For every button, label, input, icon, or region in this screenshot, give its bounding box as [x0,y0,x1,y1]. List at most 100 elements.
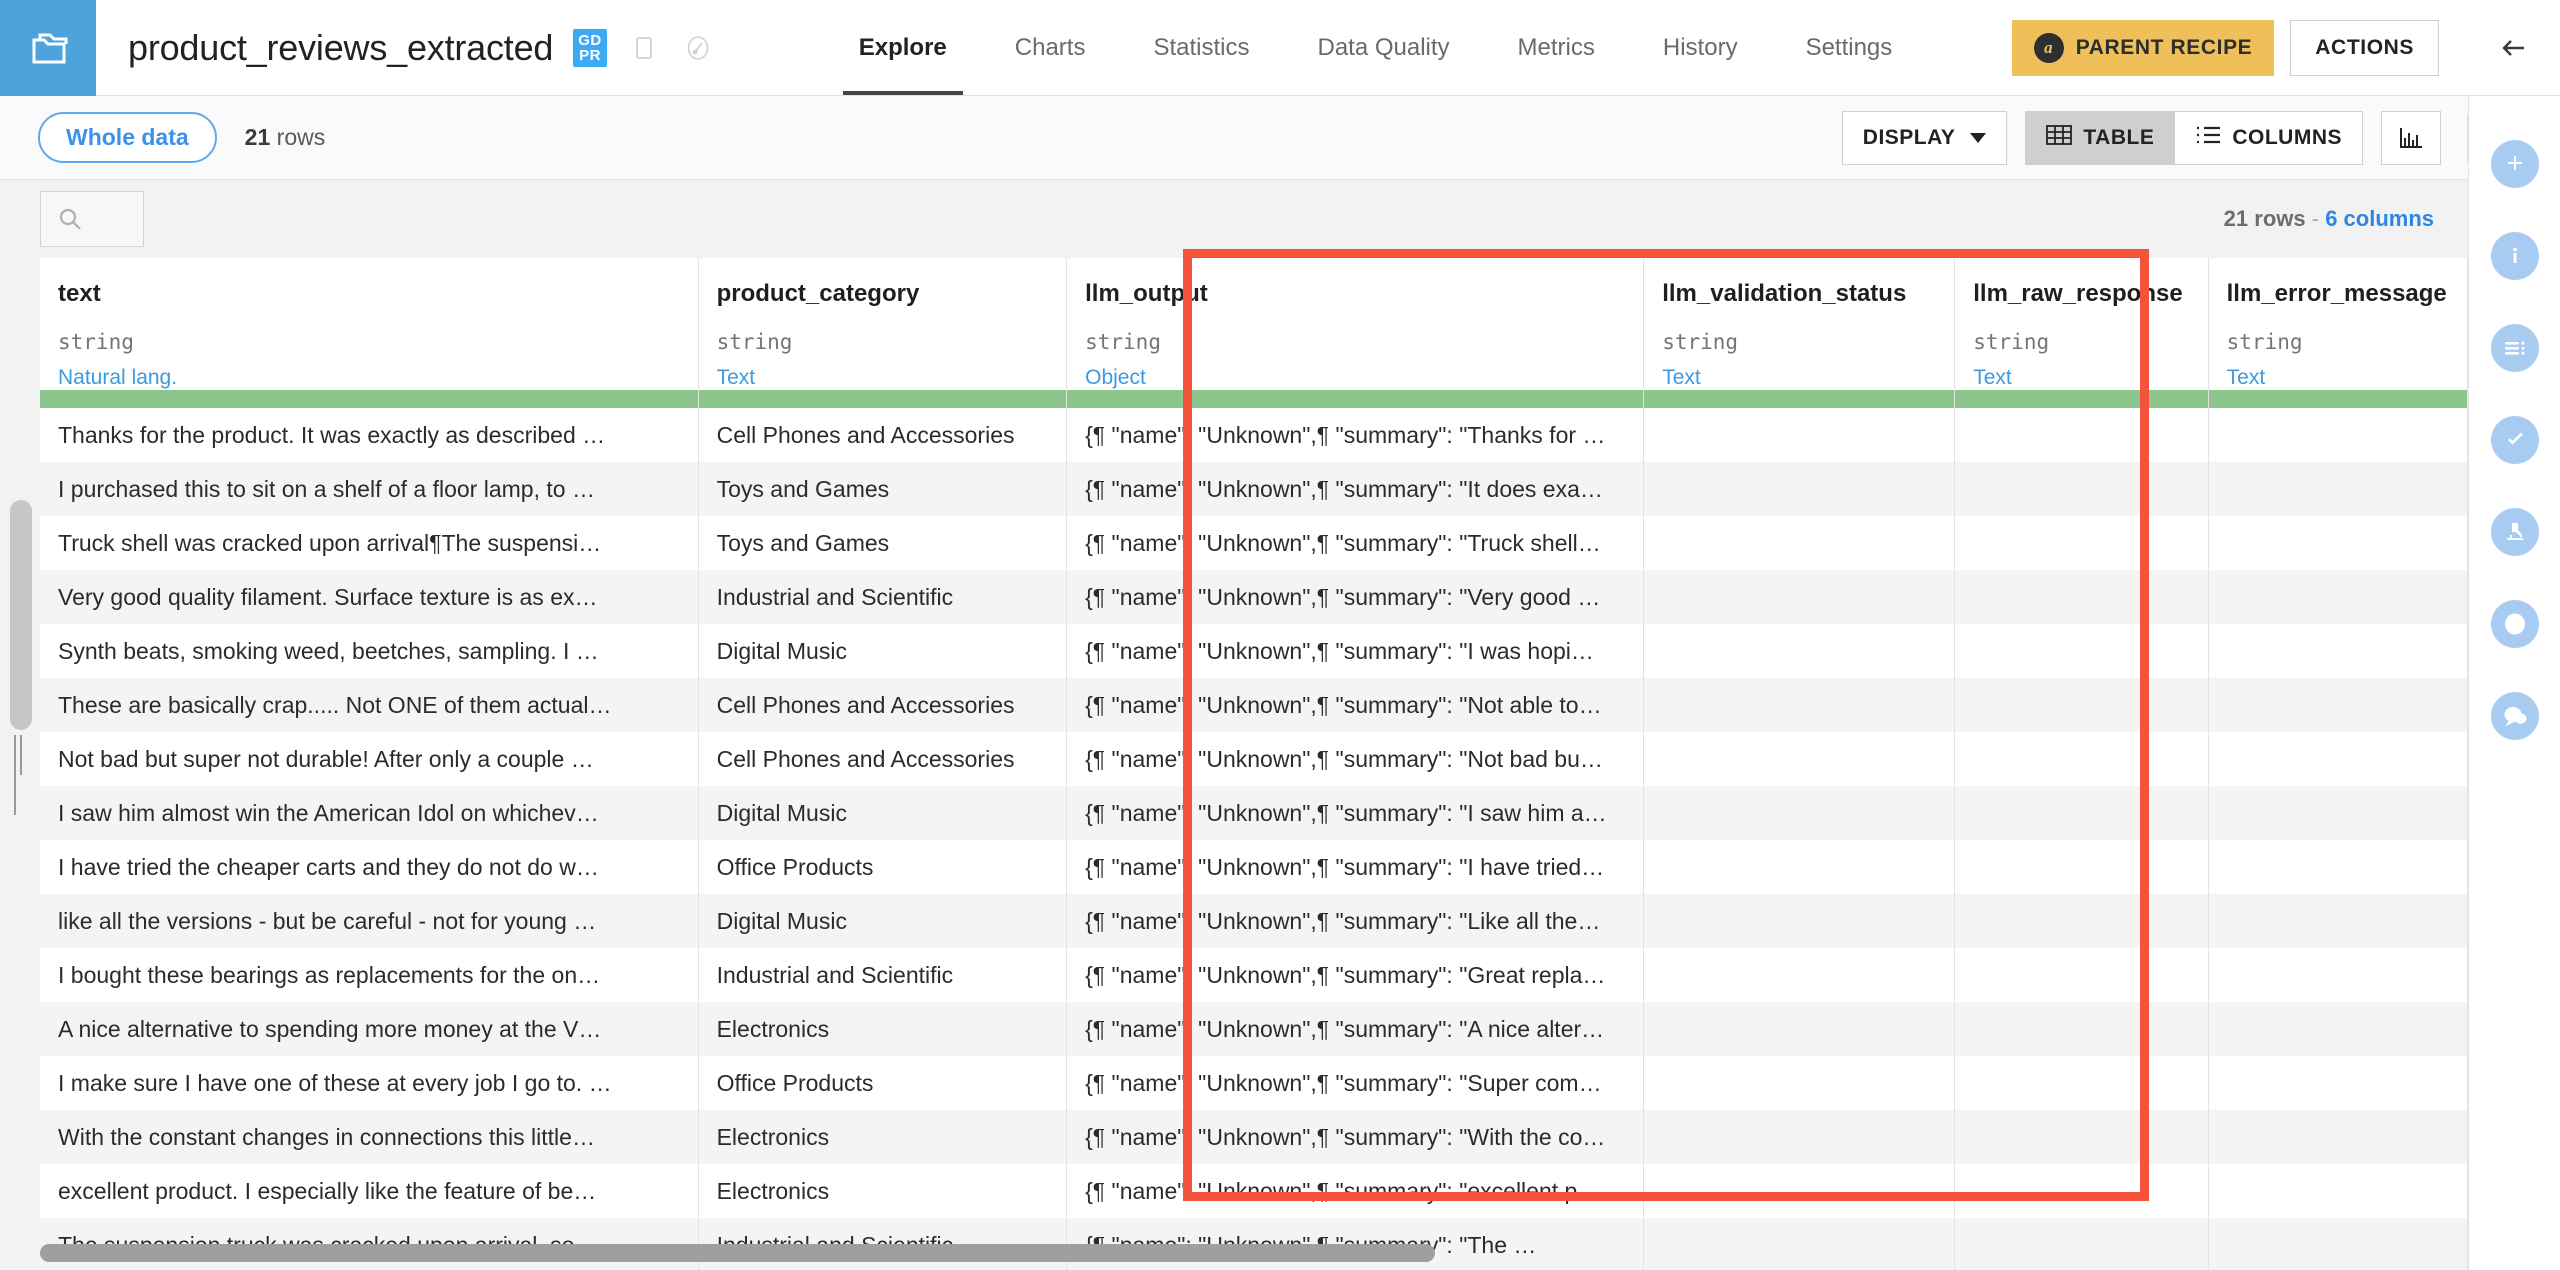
actions-button[interactable]: ACTIONS [2290,19,2439,76]
table-row[interactable]: Thanks for the product. It was exactly a… [40,408,2468,462]
table-view-button[interactable]: TABLE [2025,110,2175,165]
table-row[interactable]: Truck shell was cracked upon arrival¶The… [40,516,2468,570]
tab-explore[interactable]: Explore [825,0,981,95]
column-meaning[interactable]: Object [1085,366,1625,390]
cell-llm-validation-status[interactable] [1643,678,1956,732]
cell-llm-raw-response[interactable] [1954,948,2209,1002]
cell-llm-validation-status[interactable] [1643,462,1956,516]
display-button[interactable]: DISPLAY [1841,110,2008,165]
cell-llm-output[interactable]: {¶ "name": "Unknown",¶ "summary": "A nic… [1066,1002,1645,1056]
cell-llm-output[interactable]: {¶ "name": "Unknown",¶ "summary": "Not b… [1066,732,1645,786]
vertical-scrollbar[interactable] [10,180,32,1270]
cell-product-category[interactable]: Cell Phones and Accessories [698,678,1068,732]
cell-llm-error-message[interactable] [2208,1056,2468,1110]
table-row[interactable]: I purchased this to sit on a shelf of a … [40,462,2468,516]
table-row[interactable]: With the constant changes in connections… [40,1110,2468,1164]
cell-llm-output[interactable]: {¶ "name": "Unknown",¶ "summary": "I was… [1066,624,1645,678]
column-meaning[interactable]: Text [1662,366,1936,390]
cell-product-category[interactable]: Cell Phones and Accessories [698,408,1068,462]
column-header-llm-validation-status[interactable]: llm_validation_status string Text [1643,258,1956,390]
cell-llm-raw-response[interactable] [1954,894,2209,948]
grid-columns-label[interactable]: 6 columns [2325,206,2434,231]
check-circle-icon[interactable] [2490,416,2539,464]
tab-history[interactable]: History [1629,0,1772,95]
microscope-icon[interactable] [2490,508,2539,556]
cell-llm-raw-response[interactable] [1954,516,2209,570]
cell-llm-error-message[interactable] [2208,624,2468,678]
cell-llm-raw-response[interactable] [1954,1002,2209,1056]
cell-text[interactable]: A nice alternative to spending more mone… [40,1002,699,1056]
cell-llm-error-message[interactable] [2208,462,2468,516]
cell-llm-raw-response[interactable] [1954,408,2209,462]
tab-settings[interactable]: Settings [1772,0,1927,95]
cell-llm-error-message[interactable] [2208,1110,2468,1164]
cell-llm-raw-response[interactable] [1954,462,2209,516]
cell-product-category[interactable]: Electronics [698,1002,1068,1056]
cell-llm-raw-response[interactable] [1954,678,2209,732]
cell-llm-output[interactable]: {¶ "name": "Unknown",¶ "summary": "Very … [1066,570,1645,624]
column-header-llm-error-message[interactable]: llm_error_message string Text [2208,258,2468,390]
cell-text[interactable]: I bought these bearings as replacements … [40,948,699,1002]
vertical-scrollbar-thumb[interactable] [10,500,32,730]
cell-text[interactable]: I purchased this to sit on a shelf of a … [40,462,699,516]
cell-product-category[interactable]: Toys and Games [698,462,1068,516]
cell-text[interactable]: I saw him almost win the American Idol o… [40,786,699,840]
cell-text[interactable]: Truck shell was cracked upon arrival¶The… [40,516,699,570]
cell-llm-validation-status[interactable] [1643,948,1956,1002]
cell-llm-validation-status[interactable] [1643,1110,1956,1164]
table-row[interactable]: like all the versions - but be careful -… [40,894,2468,948]
cell-llm-output[interactable]: {¶ "name": "Unknown",¶ "summary": "Not a… [1066,678,1645,732]
table-row[interactable]: These are basically crap..... Not ONE of… [40,678,2468,732]
cell-llm-validation-status[interactable] [1643,570,1956,624]
cell-llm-validation-status[interactable] [1643,1164,1956,1218]
folder-icon[interactable] [0,0,96,96]
cell-llm-output[interactable]: {¶ "name": "Unknown",¶ "summary": "Great… [1066,948,1645,1002]
table-row[interactable]: I make sure I have one of these at every… [40,1056,2468,1110]
cell-text[interactable]: With the constant changes in connections… [40,1110,699,1164]
cell-product-category[interactable]: Cell Phones and Accessories [698,732,1068,786]
horizontal-scrollbar[interactable] [0,1244,2428,1262]
tab-statistics[interactable]: Statistics [1119,0,1283,95]
cell-llm-validation-status[interactable] [1643,516,1956,570]
cell-llm-raw-response[interactable] [1954,1110,2209,1164]
panel-resize-handle[interactable] [14,735,30,815]
cell-llm-error-message[interactable] [2208,840,2468,894]
cell-product-category[interactable]: Digital Music [698,786,1068,840]
cell-llm-validation-status[interactable] [1643,786,1956,840]
data-grid-container[interactable]: text string Natural lang. product_catego… [40,258,2468,1270]
cell-llm-output[interactable]: {¶ "name": "Unknown",¶ "summary": "Thank… [1066,408,1645,462]
cell-text[interactable]: I make sure I have one of these at every… [40,1056,699,1110]
cell-llm-raw-response[interactable] [1954,624,2209,678]
cell-llm-raw-response[interactable] [1954,840,2209,894]
cell-product-category[interactable]: Industrial and Scientific [698,570,1068,624]
search-input[interactable] [40,191,144,247]
column-meaning[interactable]: Text [717,366,1049,390]
cell-product-category[interactable]: Electronics [698,1110,1068,1164]
cell-llm-validation-status[interactable] [1643,624,1956,678]
compass-icon[interactable] [681,31,715,65]
cell-product-category[interactable]: Industrial and Scientific [698,948,1068,1002]
cell-llm-error-message[interactable] [2208,786,2468,840]
cell-product-category[interactable]: Digital Music [698,894,1068,948]
cell-llm-validation-status[interactable] [1643,1002,1956,1056]
cell-product-category[interactable]: Toys and Games [698,516,1068,570]
column-header-llm-raw-response[interactable]: llm_raw_response string Text [1954,258,2209,390]
horizontal-scrollbar-thumb[interactable] [40,1244,1435,1262]
cell-llm-output[interactable]: {¶ "name": "Unknown",¶ "summary": "Truck… [1066,516,1645,570]
table-row[interactable]: I saw him almost win the American Idol o… [40,786,2468,840]
cell-llm-error-message[interactable] [2208,948,2468,1002]
cell-llm-validation-status[interactable] [1643,732,1956,786]
sample-selector-button[interactable]: Whole data [38,112,217,163]
cell-text[interactable]: Synth beats, smoking weed, beetches, sam… [40,624,699,678]
table-row[interactable]: Very good quality filament. Surface text… [40,570,2468,624]
cell-product-category[interactable]: Digital Music [698,624,1068,678]
cell-llm-error-message[interactable] [2208,1164,2468,1218]
column-header-text[interactable]: text string Natural lang. [40,258,699,390]
arrow-left-icon[interactable] [2468,28,2560,68]
discussions-icon[interactable] [2490,692,2539,740]
cell-text[interactable]: Thanks for the product. It was exactly a… [40,408,699,462]
table-row[interactable]: excellent product. I especially like the… [40,1164,2468,1218]
cell-llm-error-message[interactable] [2208,516,2468,570]
column-meaning[interactable]: Natural lang. [58,366,680,390]
cell-llm-raw-response[interactable] [1954,1164,2209,1218]
